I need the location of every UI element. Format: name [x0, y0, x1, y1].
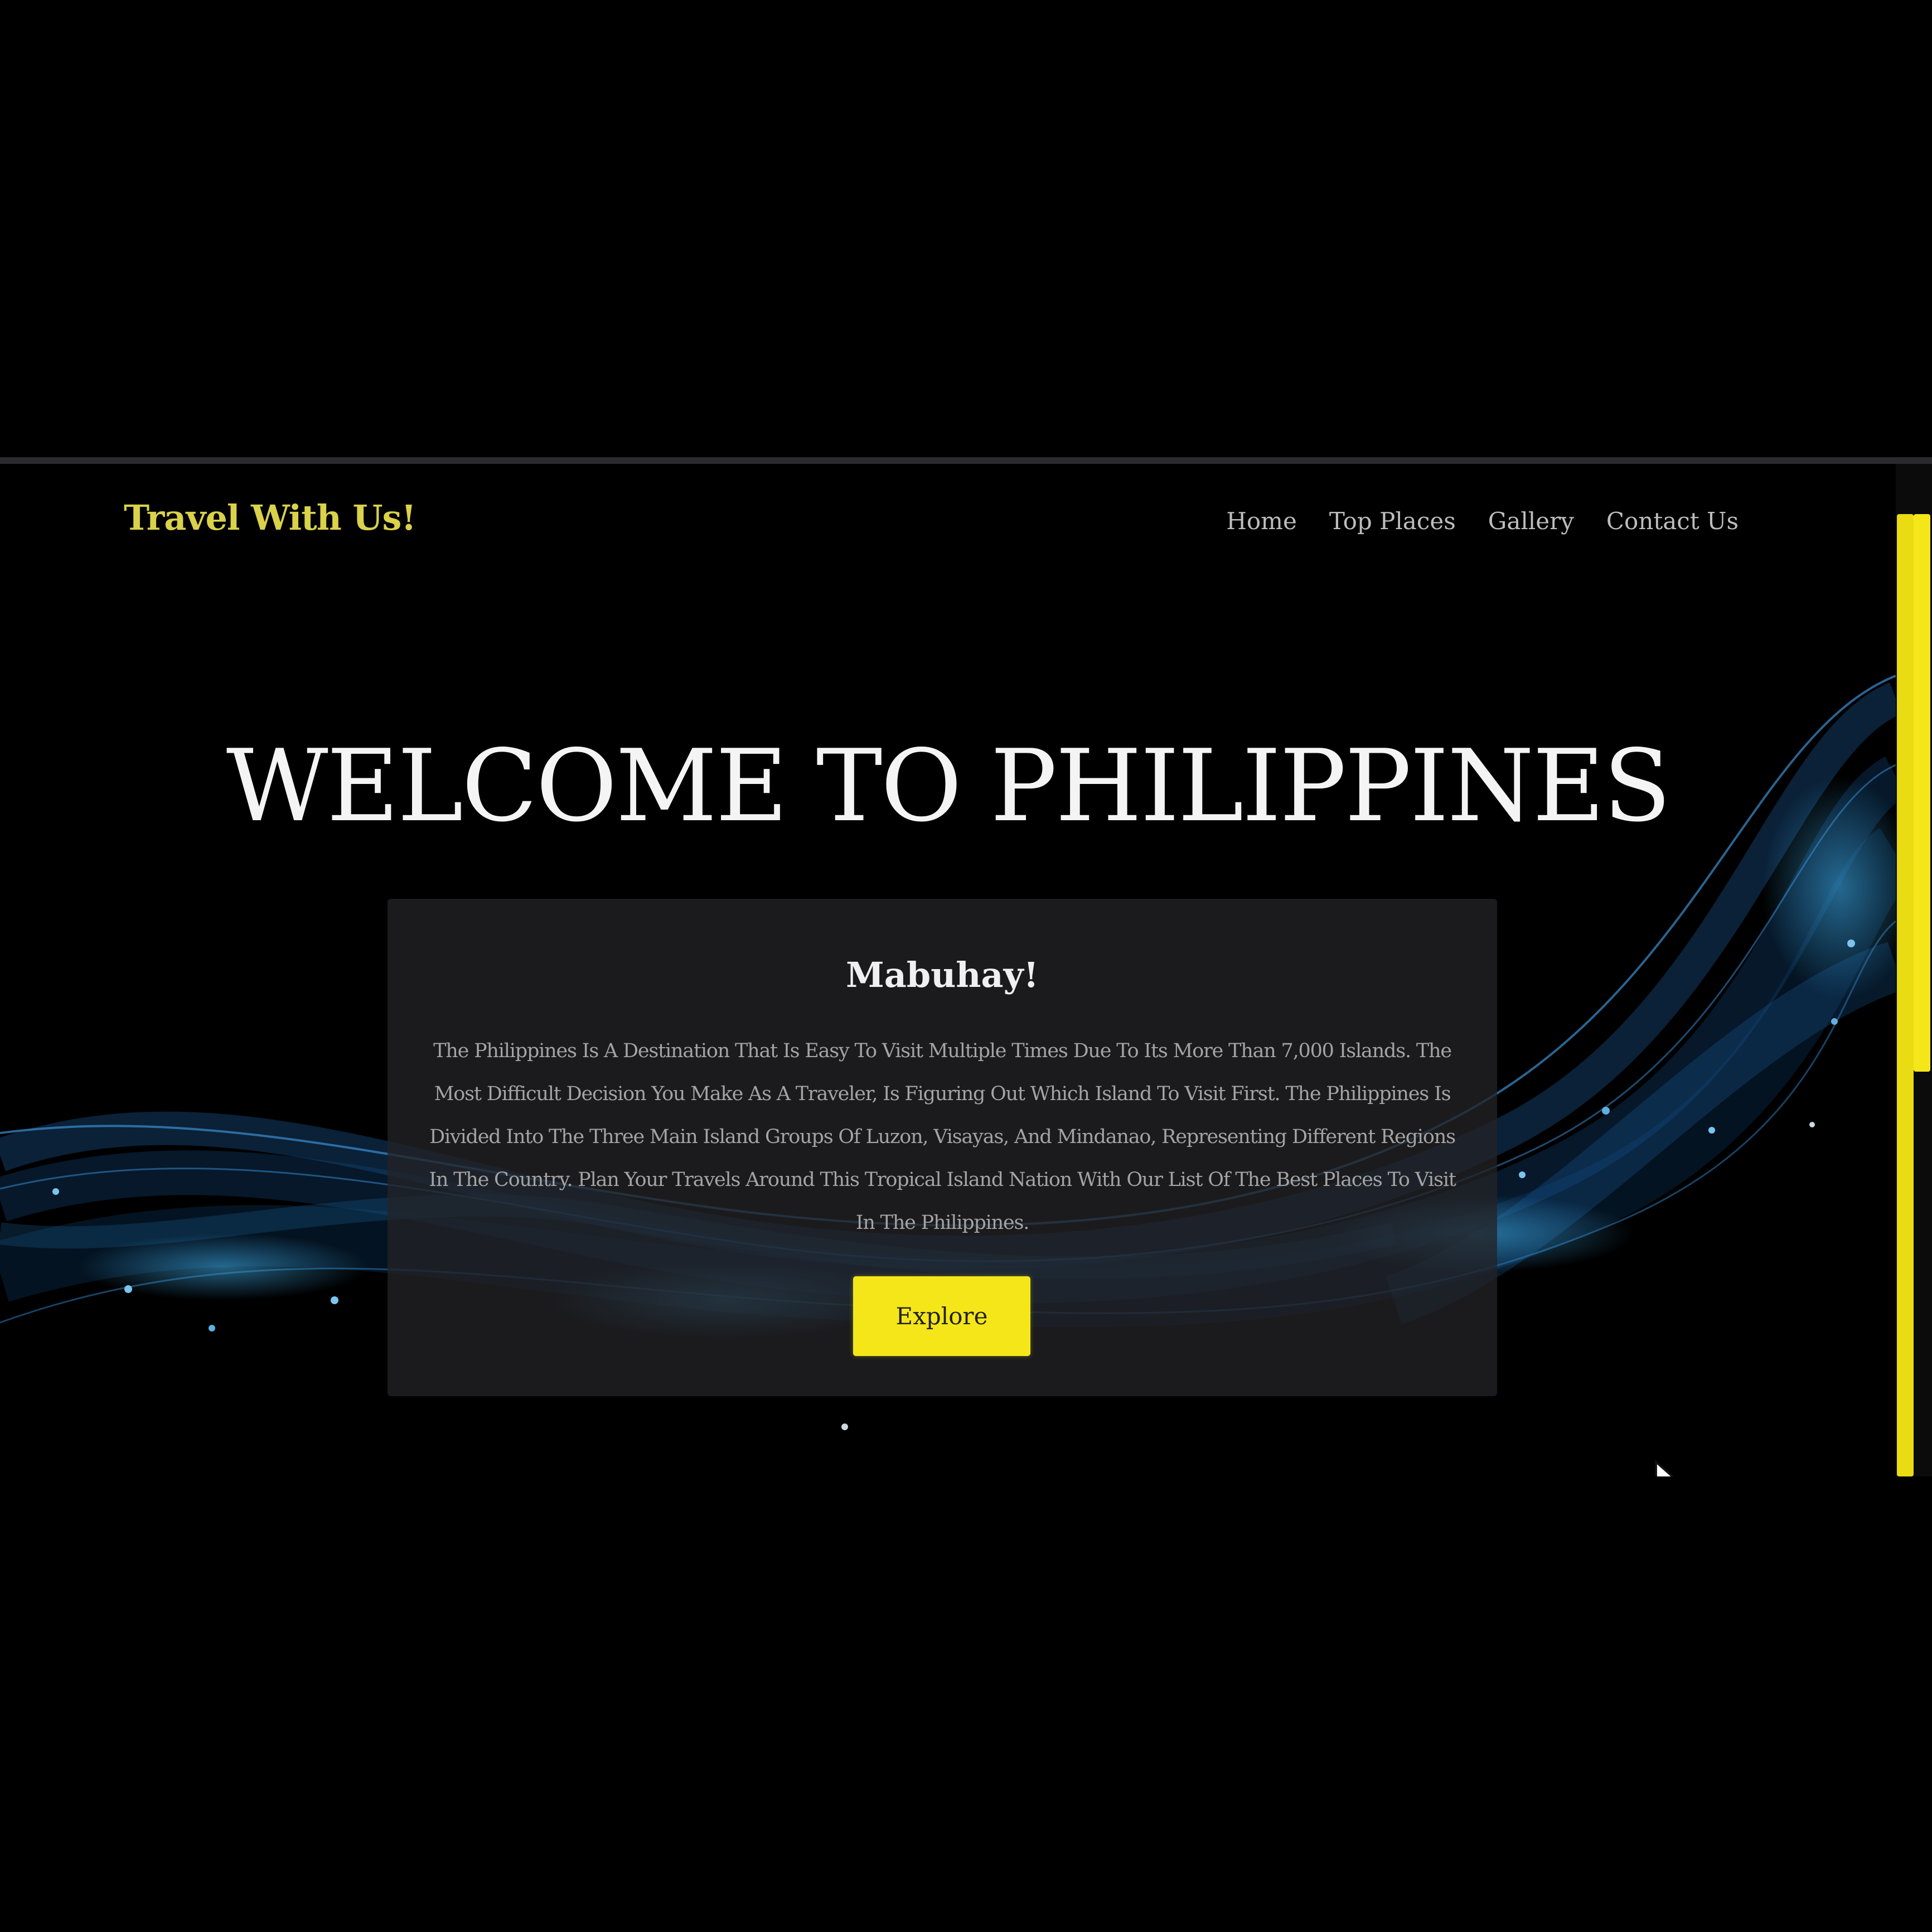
hero-title: WELCOME TO PHILIPPINES — [226, 728, 1672, 844]
window-top-border — [0, 457, 1932, 464]
nav-link-contact-us[interactable]: Contact Us — [1606, 507, 1739, 535]
site-logo[interactable]: Travel With Us! — [124, 497, 417, 538]
mouse-pointer-icon — [1655, 1459, 1674, 1476]
welcome-card: Mabuhay! The Philippines Is A Destinatio… — [388, 899, 1497, 1396]
navbar: Travel With Us! Home Top Places Gallery … — [0, 464, 1896, 587]
card-description: The Philippines Is A Destination That Is… — [429, 1040, 1456, 1234]
nav-links: Home Top Places Gallery Contact Us — [1226, 507, 1739, 535]
scrollbar-thumb[interactable] — [1914, 514, 1930, 1072]
scrollbar-rail[interactable] — [1897, 514, 1914, 1476]
nav-link-top-places[interactable]: Top Places — [1329, 507, 1456, 535]
explore-button[interactable]: Explore — [853, 1276, 1030, 1356]
card-title: Mabuhay! — [846, 955, 1039, 995]
nav-link-home[interactable]: Home — [1226, 507, 1297, 535]
browser-viewport: Travel With Us! Home Top Places Gallery … — [0, 464, 1932, 1476]
screen-frame: Travel With Us! Home Top Places Gallery … — [0, 0, 1932, 1932]
nav-link-gallery[interactable]: Gallery — [1488, 507, 1574, 535]
